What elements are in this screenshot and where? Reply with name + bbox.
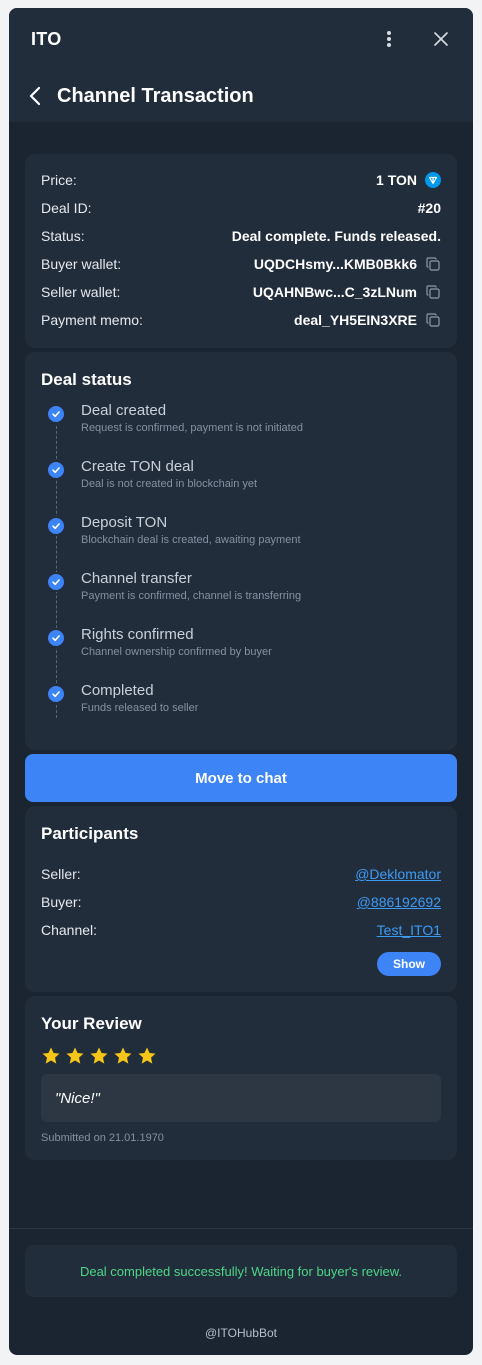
chevron-left-icon xyxy=(29,87,41,105)
step-rights-confirmed: Rights confirmed Channel ownership confi… xyxy=(48,626,441,682)
price-row: Price: 1 TON xyxy=(41,166,441,194)
star-icon xyxy=(42,1047,60,1064)
app-window: ITO Channel Transaction Price: 1 TON Dea… xyxy=(9,8,473,1355)
deal-status-card: Deal status Deal created Request is conf… xyxy=(25,352,457,750)
seller-wallet-label: Seller wallet: xyxy=(41,284,121,300)
copy-buyer-wallet-button[interactable] xyxy=(425,256,441,272)
bot-username: @ITOHubBot xyxy=(205,1326,277,1340)
kebab-menu-icon xyxy=(387,31,391,47)
step-title: Deal created xyxy=(81,402,167,419)
star-icon xyxy=(90,1047,108,1064)
seller-row: Seller: @Deklomator xyxy=(41,860,441,888)
seller-wallet-value: UQAHNBwc...C_3zLNum xyxy=(252,284,417,300)
step-deposit-ton: Deposit TON Blockchain deal is created, … xyxy=(48,514,441,570)
show-button[interactable]: Show xyxy=(377,952,441,976)
copy-payment-memo-button[interactable] xyxy=(425,312,441,328)
price-value: 1 TON xyxy=(376,172,417,188)
seller-label: Seller: xyxy=(41,866,81,882)
deal-id-label: Deal ID: xyxy=(41,200,92,216)
step-description: Channel ownership confirmed by buyer xyxy=(81,646,272,658)
deal-status-title: Deal status xyxy=(41,370,132,389)
step-create-ton-deal: Create TON deal Deal is not created in b… xyxy=(48,458,441,514)
step-title: Deposit TON xyxy=(81,514,168,531)
check-icon xyxy=(48,406,64,422)
step-description: Blockchain deal is created, awaiting pay… xyxy=(81,534,301,546)
channel-label: Channel: xyxy=(41,922,98,938)
check-icon xyxy=(48,518,64,534)
seller-link[interactable]: @Deklomator xyxy=(355,866,441,882)
channel-row: Channel: Test_ITO1 xyxy=(41,916,441,944)
step-deal-created: Deal created Request is confirmed, payme… xyxy=(48,402,441,458)
payment-memo-value: deal_YH5EIN3XRE xyxy=(294,312,417,328)
step-title: Create TON deal xyxy=(81,458,194,475)
step-title: Channel transfer xyxy=(81,570,192,587)
buyer-link[interactable]: @886192692 xyxy=(357,894,441,910)
participants-card: Participants Seller: @Deklomator Buyer: … xyxy=(25,806,457,992)
payment-memo-row: Payment memo: deal_YH5EIN3XRE xyxy=(41,306,441,334)
check-icon xyxy=(48,574,64,590)
review-submitted-date: Submitted on 21.01.1970 xyxy=(41,1132,164,1144)
deal-id-row: Deal ID: #20 xyxy=(41,194,441,222)
step-description: Deal is not created in blockchain yet xyxy=(81,478,258,490)
check-icon xyxy=(48,462,64,478)
payment-memo-label: Payment memo: xyxy=(41,312,143,328)
step-description: Funds released to seller xyxy=(81,702,199,714)
star-icon xyxy=(138,1047,156,1064)
deal-info-card: Price: 1 TON Deal ID: #20 Status: Deal c… xyxy=(25,154,457,348)
copy-icon xyxy=(426,313,440,327)
step-description: Payment is confirmed, channel is transfe… xyxy=(81,590,302,602)
buyer-wallet-group: UQDCHsmy...KMB0Bkk6 xyxy=(254,256,441,272)
deal-status-steps: Deal created Request is confirmed, payme… xyxy=(41,402,441,738)
back-button[interactable] xyxy=(23,84,47,108)
status-value: Deal complete. Funds released. xyxy=(231,228,441,244)
app-title: ITO xyxy=(31,28,62,49)
buyer-wallet-value: UQDCHsmy...KMB0Bkk6 xyxy=(253,256,417,272)
footer-divider xyxy=(9,1228,473,1229)
price-label: Price: xyxy=(41,172,77,188)
move-to-chat-button[interactable]: Move to chat xyxy=(25,754,457,802)
title-bar: ITO xyxy=(9,8,473,70)
copy-icon xyxy=(426,257,440,271)
copy-seller-wallet-button[interactable] xyxy=(425,284,441,300)
payment-memo-group: deal_YH5EIN3XRE xyxy=(294,312,441,328)
deal-id-value: #20 xyxy=(417,200,441,216)
page-title: Channel Transaction xyxy=(57,84,254,107)
buyer-label: Buyer: xyxy=(41,894,82,910)
price-value-group: 1 TON xyxy=(376,172,441,188)
close-icon xyxy=(434,32,448,46)
step-description: Request is confirmed, payment is not ini… xyxy=(81,422,303,434)
show-button-wrap: Show xyxy=(41,952,441,976)
buyer-wallet-row: Buyer wallet: UQDCHsmy...KMB0Bkk6 xyxy=(41,250,441,278)
review-card: Your Review "Nice!" Submitted on 21.01.1… xyxy=(25,996,457,1160)
close-button[interactable] xyxy=(429,27,453,51)
review-text: "Nice!" xyxy=(41,1074,441,1122)
status-label: Status: xyxy=(41,228,85,244)
step-channel-transfer: Channel transfer Payment is confirmed, c… xyxy=(48,570,441,626)
seller-wallet-group: UQAHNBwc...C_3zLNum xyxy=(253,284,441,300)
rating-stars xyxy=(41,1046,441,1066)
buyer-wallet-label: Buyer wallet: xyxy=(41,256,122,272)
review-title: Your Review xyxy=(41,1014,142,1033)
buyer-row: Buyer: @886192692 xyxy=(41,888,441,916)
participants-title: Participants xyxy=(41,824,139,843)
status-banner: Deal completed successfully! Waiting for… xyxy=(25,1245,457,1297)
channel-link[interactable]: Test_ITO1 xyxy=(377,922,441,938)
check-icon xyxy=(48,686,64,702)
check-icon xyxy=(48,630,64,646)
step-completed: Completed Funds released to seller xyxy=(48,682,441,738)
nav-bar: Channel Transaction xyxy=(9,70,473,122)
ton-icon xyxy=(425,172,441,188)
star-icon xyxy=(114,1047,132,1064)
more-menu-button[interactable] xyxy=(377,27,401,51)
star-icon xyxy=(66,1047,84,1064)
main-content: Price: 1 TON Deal ID: #20 Status: Deal c… xyxy=(9,122,473,1160)
status-row: Status: Deal complete. Funds released. xyxy=(41,222,441,250)
step-title: Rights confirmed xyxy=(81,626,194,643)
copy-icon xyxy=(426,285,440,299)
seller-wallet-row: Seller wallet: UQAHNBwc...C_3zLNum xyxy=(41,278,441,306)
step-title: Completed xyxy=(81,682,154,699)
